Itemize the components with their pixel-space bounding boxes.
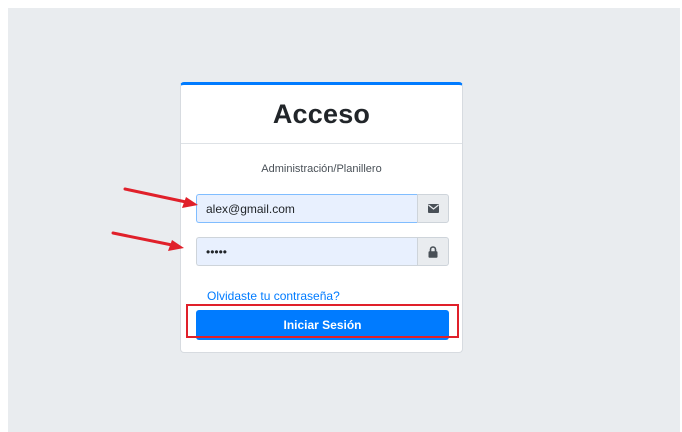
lock-icon [428, 245, 438, 258]
page-title: Acceso [272, 98, 371, 129]
login-subtitle: Administración/Planillero [261, 163, 382, 175]
password-field[interactable] [196, 237, 417, 266]
envelope-icon [427, 204, 439, 213]
forgot-password-link[interactable]: Olvidaste tu contraseña? [207, 289, 340, 303]
login-button[interactable]: Iniciar Sesión [196, 310, 449, 340]
login-card: Acceso Administración/Planillero Olvidas… [180, 82, 463, 353]
email-input-group [196, 194, 449, 223]
password-input-group [196, 237, 449, 266]
password-addon [417, 237, 449, 266]
card-header: Acceso [181, 85, 462, 144]
email-addon [417, 194, 449, 223]
email-field[interactable] [196, 194, 417, 223]
